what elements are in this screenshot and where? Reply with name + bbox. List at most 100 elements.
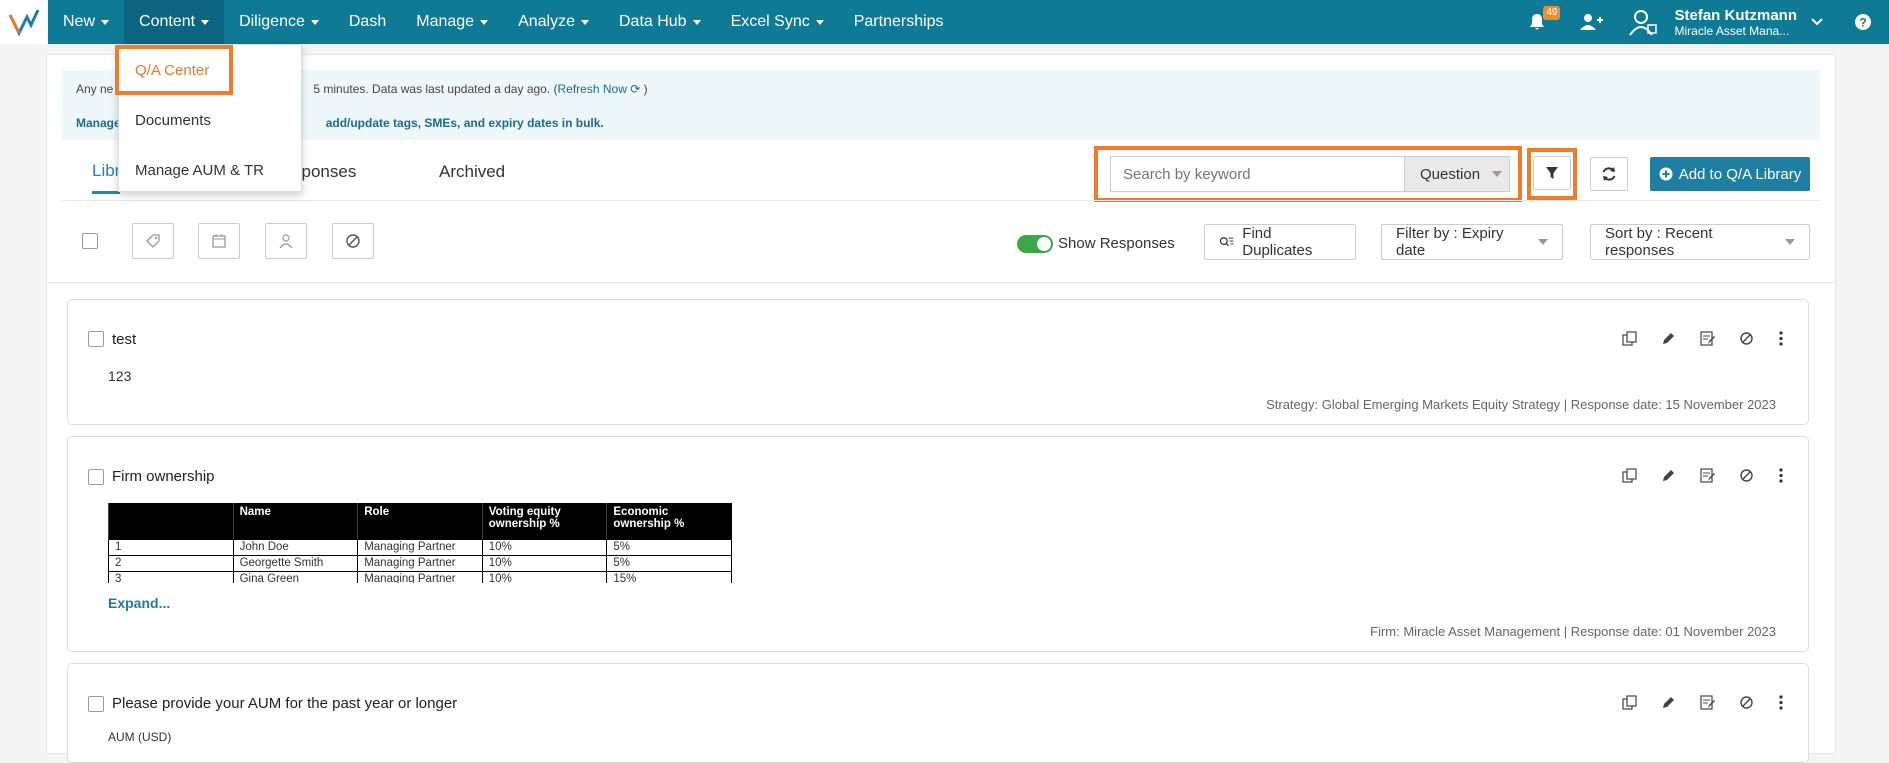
user-avatar[interactable] bbox=[1626, 7, 1660, 37]
tab-responses[interactable]: sponses bbox=[293, 150, 356, 194]
copy-icon[interactable] bbox=[1622, 331, 1637, 351]
plus-circle-icon bbox=[1659, 167, 1673, 181]
chevron-down-icon bbox=[1538, 239, 1548, 245]
refresh-button[interactable] bbox=[1590, 157, 1628, 191]
tab-library[interactable]: Libr bbox=[92, 150, 121, 194]
users-plus-icon bbox=[1580, 14, 1604, 30]
find-duplicates-button[interactable]: Find Duplicates bbox=[1204, 224, 1356, 260]
search-input[interactable] bbox=[1110, 156, 1404, 192]
top-navbar: New Content Diligence Dash Manage Analyz… bbox=[0, 0, 1889, 44]
chevron-down-icon bbox=[1785, 239, 1795, 245]
more-vertical-icon[interactable] bbox=[1778, 331, 1784, 351]
edit-icon[interactable] bbox=[1661, 468, 1676, 488]
edit-note-icon[interactable] bbox=[1700, 331, 1715, 351]
search-scope-select[interactable]: Question bbox=[1404, 156, 1510, 192]
edit-icon[interactable] bbox=[1661, 695, 1676, 715]
table-header: Name bbox=[232, 503, 358, 539]
filter-icon bbox=[1546, 167, 1558, 179]
card-response: AUM (USD) bbox=[108, 730, 172, 744]
bulk-tag-button[interactable] bbox=[132, 223, 174, 259]
nav-excel-sync[interactable]: Excel Sync bbox=[716, 0, 839, 44]
card-title[interactable]: Please provide your AUM for the past yea… bbox=[112, 695, 457, 712]
sort-by-select[interactable]: Sort by : Recent responses bbox=[1590, 224, 1810, 260]
chevron-down-icon bbox=[201, 19, 210, 25]
copy-icon[interactable] bbox=[1622, 468, 1637, 488]
help-button[interactable]: ? bbox=[1851, 13, 1875, 31]
notifications-button[interactable]: 49 bbox=[1522, 6, 1561, 32]
chevron-down-icon bbox=[1811, 18, 1823, 26]
nav-right-group: 49 Stefan Kutzmann Miracle Asset Mana...… bbox=[1522, 0, 1889, 44]
ownership-table: Name Role Voting equity ownership % Econ… bbox=[108, 503, 732, 583]
more-vertical-icon[interactable] bbox=[1778, 468, 1784, 488]
user-outline-icon bbox=[1629, 10, 1658, 36]
team-button[interactable] bbox=[1576, 12, 1606, 32]
add-to-library-button[interactable]: Add to Q/A Library bbox=[1650, 157, 1810, 191]
card-actions bbox=[1622, 331, 1784, 351]
chevron-down-icon bbox=[580, 19, 589, 25]
more-vertical-icon[interactable] bbox=[1778, 695, 1784, 715]
edit-note-icon[interactable] bbox=[1700, 695, 1715, 715]
help-icon: ? bbox=[1855, 14, 1871, 30]
expand-link[interactable]: Expand... bbox=[108, 595, 170, 611]
card-meta: Firm: Miracle Asset Management | Respons… bbox=[1370, 624, 1776, 639]
nav-content[interactable]: Content bbox=[124, 0, 225, 44]
menu-item-manage-aum-tr[interactable]: Manage AUM & TR bbox=[119, 145, 301, 195]
archive-icon[interactable] bbox=[1739, 331, 1754, 351]
nav-diligence[interactable]: Diligence bbox=[224, 0, 334, 44]
filter-by-select[interactable]: Filter by : Expiry date bbox=[1381, 224, 1563, 260]
card-checkbox[interactable] bbox=[88, 331, 104, 347]
edit-note-icon[interactable] bbox=[1700, 468, 1715, 488]
chevron-down-icon bbox=[815, 19, 824, 25]
svg-text:?: ? bbox=[1859, 16, 1866, 30]
search-list-icon bbox=[1219, 237, 1234, 247]
nav-dash[interactable]: Dash bbox=[334, 0, 401, 44]
table-header bbox=[108, 503, 234, 539]
app-logo[interactable] bbox=[0, 0, 48, 44]
refresh-now-link[interactable]: Refresh Now bbox=[558, 82, 627, 96]
bulk-archive-button[interactable] bbox=[332, 223, 374, 259]
edit-icon[interactable] bbox=[1661, 331, 1676, 351]
show-responses-label: Show Responses bbox=[1058, 235, 1175, 252]
user-icon bbox=[279, 234, 293, 249]
card-checkbox[interactable] bbox=[88, 696, 104, 712]
refresh-icon bbox=[1602, 167, 1616, 181]
table-row: 3 Gina Green Managing Partner 10% 15% bbox=[108, 570, 732, 583]
chevron-down-icon bbox=[101, 19, 110, 25]
table-row: 1 John Doe Managing Partner 10% 5% bbox=[108, 538, 732, 556]
bulk-expiry-button[interactable] bbox=[198, 223, 240, 259]
tag-icon bbox=[146, 234, 160, 248]
menu-item-qa-center[interactable]: Q/A Center bbox=[115, 45, 233, 95]
nav-data-hub[interactable]: Data Hub bbox=[604, 0, 716, 44]
qa-card: Firm ownership Name Role Voting equity o… bbox=[67, 436, 1809, 652]
chevron-down-icon bbox=[1492, 171, 1503, 177]
table-header: Economic ownership % bbox=[606, 503, 732, 539]
content-dropdown-menu: Q/A Center Documents Manage AUM & TR bbox=[115, 44, 302, 195]
notification-badge: 49 bbox=[1543, 6, 1561, 20]
card-title[interactable]: test bbox=[112, 331, 136, 348]
nav-new[interactable]: New bbox=[48, 0, 124, 44]
nav-partnerships[interactable]: Partnerships bbox=[839, 0, 959, 44]
bulk-sme-button[interactable] bbox=[265, 223, 307, 259]
qa-card: test 123 Strategy: Global Emerging Marke… bbox=[67, 299, 1809, 425]
user-menu-toggle[interactable] bbox=[1807, 17, 1827, 27]
nav-manage[interactable]: Manage bbox=[401, 0, 503, 44]
block-icon bbox=[346, 234, 360, 248]
chevron-down-icon bbox=[480, 19, 489, 25]
qa-card: Please provide your AUM for the past yea… bbox=[67, 663, 1809, 763]
table-header: Voting equity ownership % bbox=[481, 503, 607, 539]
show-responses-toggle[interactable] bbox=[1017, 235, 1053, 253]
card-response: 123 bbox=[108, 368, 132, 384]
select-all-checkbox[interactable] bbox=[82, 233, 98, 249]
archive-icon[interactable] bbox=[1739, 695, 1754, 715]
user-info[interactable]: Stefan Kutzmann Miracle Asset Mana... bbox=[1674, 7, 1797, 38]
nav-analyze[interactable]: Analyze bbox=[503, 0, 604, 44]
table-row: 2 Georgette Smith Managing Partner 10% 5… bbox=[108, 554, 732, 572]
filter-button[interactable] bbox=[1533, 156, 1571, 190]
table-header: Role bbox=[357, 503, 483, 539]
archive-icon[interactable] bbox=[1739, 468, 1754, 488]
copy-icon[interactable] bbox=[1622, 695, 1637, 715]
toolbar-divider bbox=[48, 282, 1834, 283]
tab-archived[interactable]: Archived bbox=[439, 150, 505, 194]
menu-item-documents[interactable]: Documents bbox=[119, 95, 301, 145]
chevron-down-icon bbox=[692, 19, 701, 25]
